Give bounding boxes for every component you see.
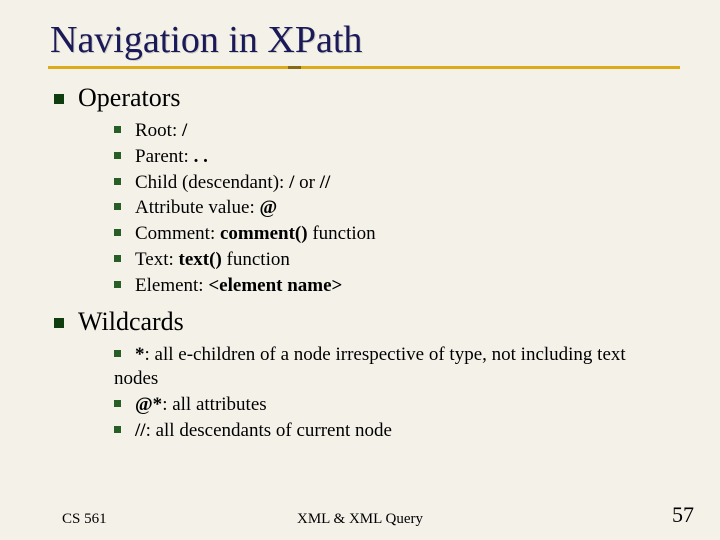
bullet-icon (114, 426, 121, 433)
list-item: Attribute value: @ (114, 196, 680, 220)
bullet-icon (114, 229, 121, 236)
title-underline (48, 66, 680, 69)
bullet-icon (114, 350, 121, 357)
bullet-icon (54, 318, 64, 328)
list-item: Root: / (114, 119, 680, 143)
section-heading: Operators (78, 83, 181, 112)
list-item: Comment: comment() function (114, 222, 680, 246)
bullet-icon (114, 255, 121, 262)
bullet-icon (114, 178, 121, 185)
section-wildcards: Wildcards (54, 307, 680, 337)
list-item: Parent: . . (114, 145, 680, 169)
slide: Navigation in XPath Operators Root: / Pa… (0, 0, 720, 540)
operators-list: Root: / Parent: . . Child (descendant): … (114, 119, 680, 297)
wildcards-list: *: all e-children of a node irrespective… (114, 343, 680, 442)
list-item: Child (descendant): / or // (114, 171, 680, 195)
list-item: //: all descendants of current node (114, 419, 680, 443)
slide-number: 57 (672, 502, 694, 528)
list-item: Text: text() function (114, 248, 680, 272)
footer-center: XML & XML Query (0, 511, 720, 528)
bullet-icon (114, 203, 121, 210)
bullet-icon (54, 94, 64, 104)
section-heading: Wildcards (78, 307, 184, 336)
list-item: Element: <element name> (114, 274, 680, 298)
list-item: @*: all attributes (114, 393, 680, 417)
slide-title: Navigation in XPath (50, 18, 680, 62)
bullet-icon (114, 400, 121, 407)
list-item: *: all e-children of a node irrespective… (114, 343, 680, 391)
bullet-icon (114, 152, 121, 159)
bullet-icon (114, 126, 121, 133)
bullet-icon (114, 281, 121, 288)
section-operators: Operators (54, 83, 680, 113)
